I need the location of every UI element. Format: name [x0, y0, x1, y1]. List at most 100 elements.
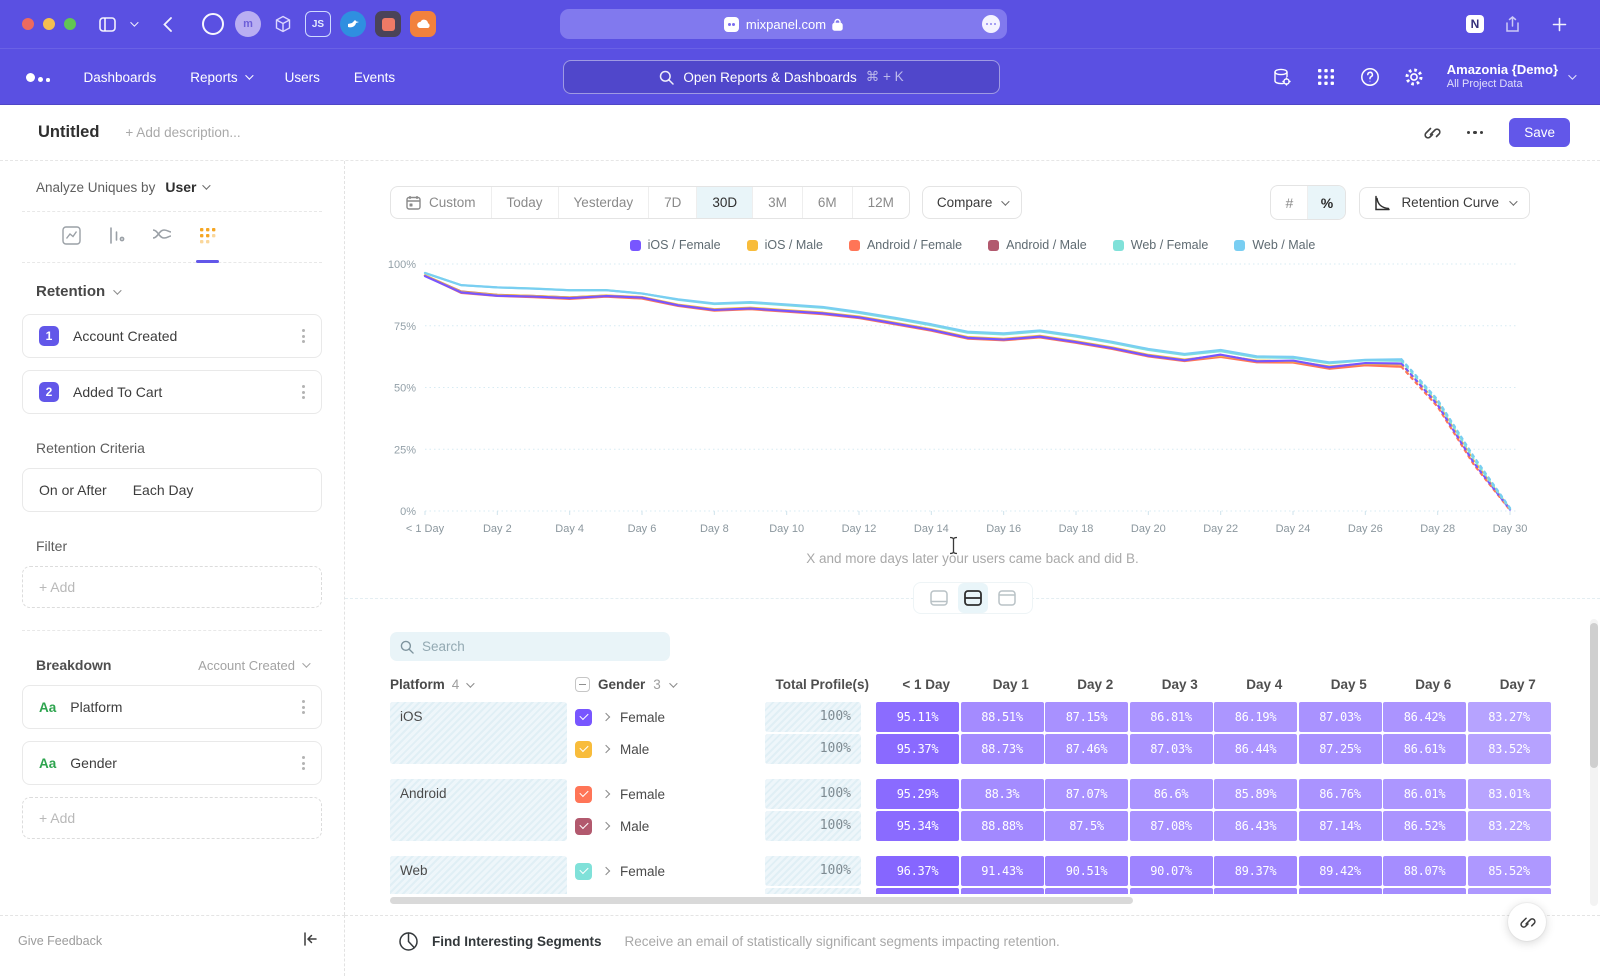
- retention-value-cell[interactable]: 86.19%: [1214, 702, 1297, 732]
- kebab-menu-icon[interactable]: [298, 696, 309, 718]
- series-checkbox[interactable]: [575, 863, 592, 880]
- bird-app-icon[interactable]: [340, 11, 366, 37]
- range-30d[interactable]: 30D: [697, 187, 753, 218]
- legend-item[interactable]: Android / Female: [849, 238, 962, 252]
- site-options-icon[interactable]: [982, 15, 1000, 33]
- compare-button[interactable]: Compare: [922, 186, 1023, 219]
- sidebar-toggle-icon[interactable]: [94, 11, 120, 37]
- cube-app-icon[interactable]: [270, 11, 296, 37]
- nav-link-users[interactable]: Users: [285, 70, 320, 85]
- tab-insights[interactable]: [62, 226, 81, 262]
- table-only-view-icon[interactable]: [992, 583, 1022, 613]
- range-custom[interactable]: Custom: [391, 187, 492, 218]
- chevron-right-icon[interactable]: [602, 867, 610, 875]
- range-3m[interactable]: 3M: [753, 187, 803, 218]
- vertical-scrollbar[interactable]: [1590, 623, 1598, 768]
- global-search-button[interactable]: Open Reports & Dashboards ⌘ + K: [563, 60, 1000, 94]
- split-view-icon[interactable]: [958, 583, 988, 613]
- retention-value-cell[interactable]: 88.51%: [961, 702, 1044, 732]
- js-app-icon[interactable]: JS: [305, 11, 331, 37]
- retention-value-cell[interactable]: 86.44%: [1214, 734, 1297, 764]
- retention-value-cell[interactable]: 87.5%: [1045, 811, 1128, 841]
- give-feedback-link[interactable]: Give Feedback: [18, 934, 102, 948]
- horizontal-scrollbar[interactable]: [390, 897, 1133, 904]
- retention-value-cell[interactable]: 95.11%: [876, 702, 959, 732]
- retention-value-cell[interactable]: 87.46%: [1045, 734, 1128, 764]
- day-header[interactable]: Day 2: [1053, 677, 1138, 692]
- table-search[interactable]: [390, 632, 670, 661]
- series-checkbox[interactable]: [575, 818, 592, 835]
- vinyl-app-icon[interactable]: [375, 11, 401, 37]
- retention-value-cell[interactable]: 87.25%: [1299, 734, 1382, 764]
- add-breakdown-button[interactable]: + Add: [22, 797, 322, 839]
- retention-value-cell[interactable]: 83.27%: [1468, 702, 1551, 732]
- retention-value-cell[interactable]: 87.03%: [1299, 702, 1382, 732]
- day-header[interactable]: Day 6: [1391, 677, 1476, 692]
- retention-value-cell[interactable]: 89.43%: [1214, 888, 1297, 894]
- breakdown-item-platform[interactable]: AaPlatform: [22, 685, 322, 729]
- cloud-app-icon[interactable]: [410, 11, 436, 37]
- notion-extension-icon[interactable]: N: [1466, 15, 1484, 33]
- series-checkbox[interactable]: [575, 786, 592, 803]
- retention-value-cell[interactable]: 83.22%: [1468, 811, 1551, 841]
- series-checkbox[interactable]: [575, 741, 592, 758]
- retention-value-cell[interactable]: 88.3%: [961, 779, 1044, 809]
- legend-item[interactable]: Web / Male: [1234, 238, 1315, 252]
- minimize-window-button[interactable]: [43, 18, 55, 30]
- retention-value-cell[interactable]: 95.34%: [876, 811, 959, 841]
- table-search-input[interactable]: [422, 639, 642, 654]
- help-icon[interactable]: [1359, 66, 1381, 88]
- new-tab-icon[interactable]: [1546, 11, 1572, 37]
- retention-value-cell[interactable]: 86.43%: [1214, 811, 1297, 841]
- retention-value-cell[interactable]: 87.08%: [1130, 811, 1213, 841]
- chevron-right-icon[interactable]: [602, 790, 610, 798]
- breakdown-scope-select[interactable]: Account Created: [198, 658, 308, 673]
- window-controls[interactable]: [22, 18, 76, 30]
- more-options-icon[interactable]: [1467, 131, 1484, 135]
- range-7d[interactable]: 7D: [649, 187, 697, 218]
- criteria-interval-select[interactable]: Each Day: [133, 482, 194, 498]
- total-profiles-header[interactable]: Total Profile(s): [773, 677, 869, 692]
- chart-type-select[interactable]: Retention Curve: [1359, 187, 1530, 219]
- mixpanel-logo[interactable]: [26, 73, 50, 82]
- kebab-menu-icon[interactable]: [298, 752, 309, 774]
- retention-value-cell[interactable]: 89.42%: [1299, 856, 1382, 886]
- gender-column-header[interactable]: Gender 3: [575, 677, 765, 692]
- nav-link-reports[interactable]: Reports: [190, 70, 250, 85]
- kebab-menu-icon[interactable]: [298, 381, 309, 403]
- zoom-window-button[interactable]: [64, 18, 76, 30]
- day-header[interactable]: < 1 Day: [884, 677, 969, 692]
- retention-value-cell[interactable]: 90.04%: [1130, 888, 1213, 894]
- copy-link-icon[interactable]: [1423, 124, 1441, 142]
- retention-section-heading[interactable]: Retention: [36, 283, 308, 300]
- range-12m[interactable]: 12M: [853, 187, 909, 218]
- report-title[interactable]: Untitled: [38, 123, 99, 142]
- nav-link-dashboards[interactable]: Dashboards: [84, 70, 157, 85]
- share-icon[interactable]: [1499, 11, 1525, 37]
- retention-value-cell[interactable]: 86.42%: [1383, 702, 1466, 732]
- chevron-down-icon[interactable]: [126, 11, 140, 37]
- account-switcher[interactable]: Amazonia {Demo} All Project Data: [1447, 62, 1574, 92]
- retention-value-cell[interactable]: 85.89%: [1214, 779, 1297, 809]
- retention-value-cell[interactable]: 87.14%: [1299, 811, 1382, 841]
- retention-value-cell[interactable]: 86.81%: [1130, 702, 1213, 732]
- select-all-checkbox[interactable]: [575, 677, 590, 692]
- retention-value-cell[interactable]: 90.54%: [1045, 888, 1128, 894]
- legend-item[interactable]: iOS / Female: [630, 238, 721, 252]
- retention-value-cell[interactable]: 88.04%: [1383, 888, 1466, 894]
- collapse-sidebar-icon[interactable]: [303, 932, 318, 950]
- series-checkbox[interactable]: [575, 709, 592, 726]
- day-header[interactable]: Day 4: [1222, 677, 1307, 692]
- nav-link-events[interactable]: Events: [354, 70, 395, 85]
- save-button[interactable]: Save: [1509, 118, 1570, 147]
- retention-value-cell[interactable]: 83.52%: [1468, 734, 1551, 764]
- retention-value-cell[interactable]: 88.88%: [961, 811, 1044, 841]
- data-management-icon[interactable]: [1271, 66, 1293, 88]
- legend-item[interactable]: Android / Male: [988, 238, 1087, 252]
- retention-value-cell[interactable]: 95.29%: [876, 779, 959, 809]
- retention-value-cell[interactable]: 89.46%: [1299, 888, 1382, 894]
- retention-value-cell[interactable]: 88.07%: [1383, 856, 1466, 886]
- retention-value-cell[interactable]: 87.15%: [1045, 702, 1128, 732]
- unit-number[interactable]: #: [1271, 186, 1308, 219]
- retention-value-cell[interactable]: 88.73%: [961, 734, 1044, 764]
